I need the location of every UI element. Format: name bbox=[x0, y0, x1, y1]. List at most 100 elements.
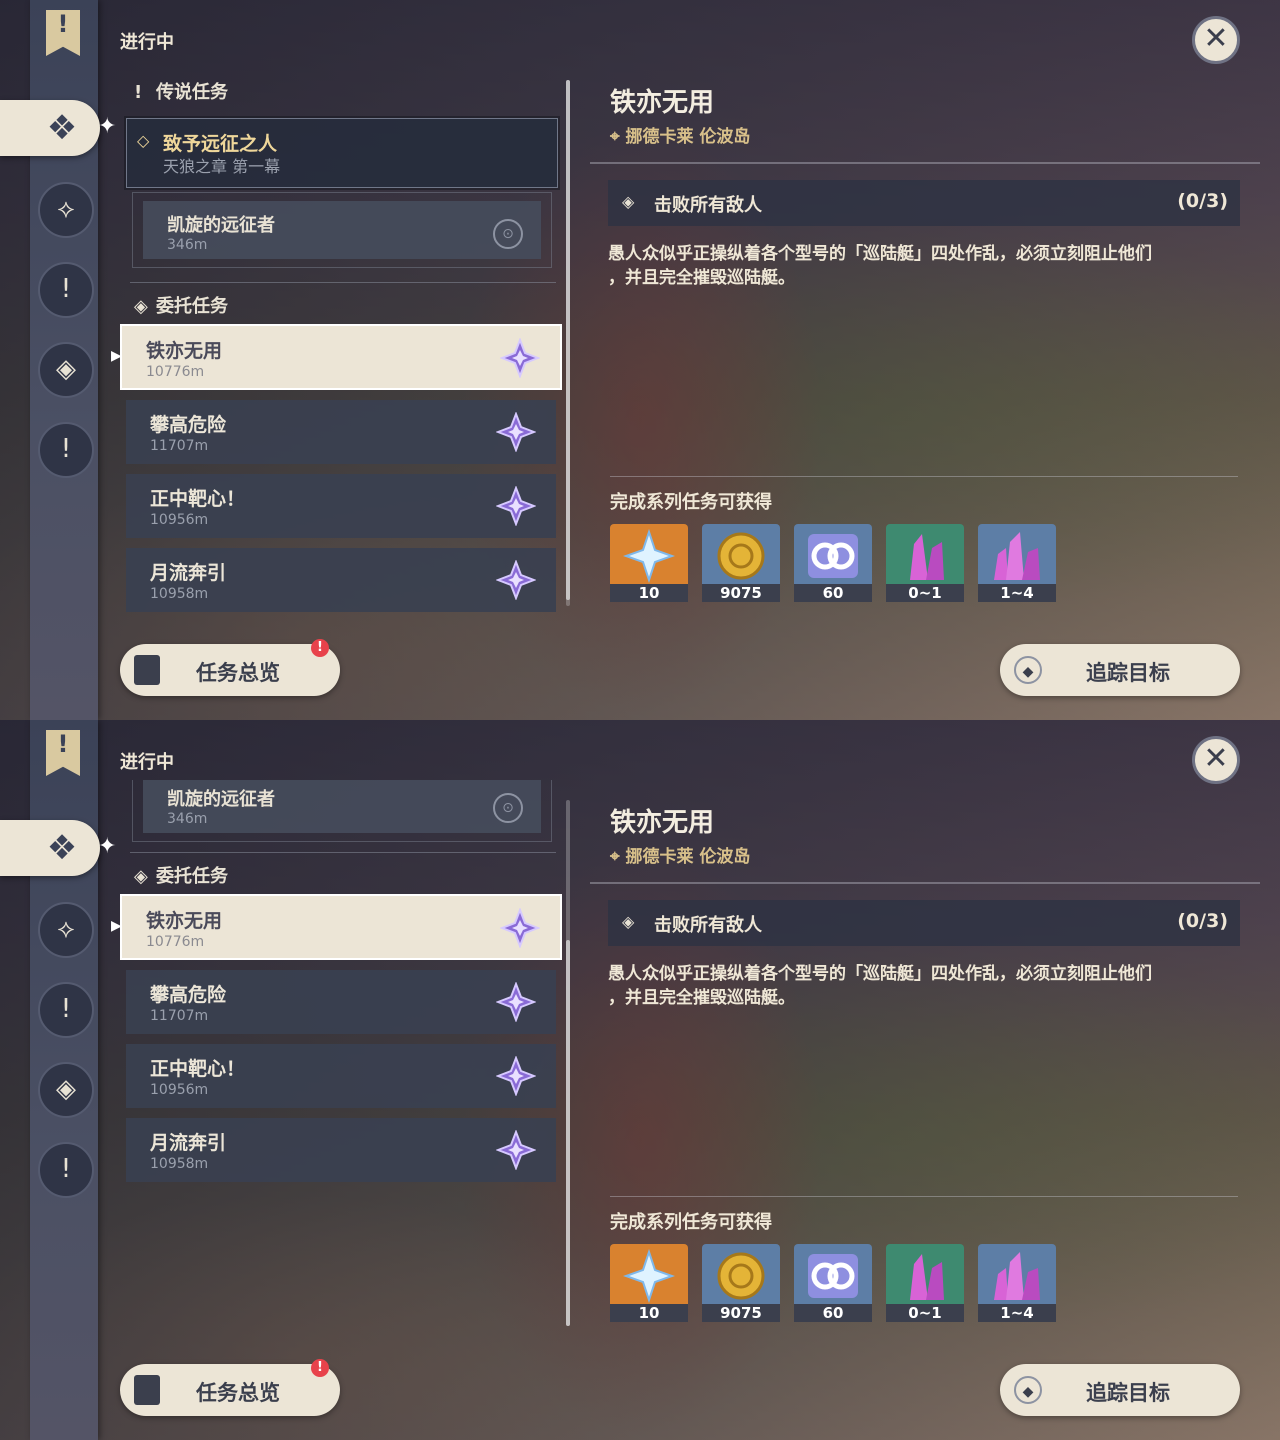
reward-crystal-cluster[interactable]: 1~4 bbox=[978, 524, 1056, 602]
location-pin-icon[interactable]: ⊙ bbox=[493, 219, 523, 249]
archon-quest-icon: ⟡ bbox=[57, 914, 75, 944]
commission-star-icon bbox=[496, 486, 536, 526]
detail-title: 铁亦无用 bbox=[610, 808, 715, 838]
quest-item[interactable]: 正中靶心！ 10956m bbox=[126, 474, 556, 538]
reward-crystal-chunk[interactable]: 0~1 bbox=[886, 524, 964, 602]
reward-primogem[interactable]: 10 bbox=[610, 1244, 688, 1322]
nav-event-quest[interactable]: ! bbox=[38, 422, 94, 478]
mora-icon bbox=[702, 1244, 780, 1304]
commission-star-icon bbox=[496, 982, 536, 1022]
quest-overview-button[interactable]: 任务总览 bbox=[120, 644, 340, 696]
nav-event-quest[interactable]: ! bbox=[38, 1142, 94, 1198]
overview-label: 任务总览 bbox=[196, 1381, 280, 1405]
quest-item[interactable]: 正中靶心！ 10956m bbox=[126, 1044, 556, 1108]
reward-quantity: 10 bbox=[610, 1304, 688, 1322]
reward-crystal-chunk[interactable]: 0~1 bbox=[886, 1244, 964, 1322]
quest-title: 月流奔引 bbox=[150, 562, 227, 584]
nav-archon-quest[interactable]: ⟡ bbox=[38, 182, 94, 238]
reward-adventure-exp[interactable]: 60 bbox=[794, 524, 872, 602]
nav-story-quest[interactable]: ! bbox=[38, 262, 94, 318]
reward-quantity: 9075 bbox=[702, 584, 780, 602]
crystal-cluster-icon bbox=[978, 524, 1056, 584]
quest-title: 铁亦无用 bbox=[146, 910, 223, 932]
reward-primogem[interactable]: 10 bbox=[610, 524, 688, 602]
detail-location: ⌖ 挪德卡莱 伦波岛 bbox=[610, 127, 751, 147]
commission-star-icon bbox=[500, 338, 540, 378]
legend-quest-card[interactable]: ◇ 致予远征之人 天狼之章 第一幕 bbox=[126, 118, 558, 188]
quest-distance: 10958m bbox=[150, 586, 209, 602]
nav-world-quest[interactable]: ◈ bbox=[38, 1062, 94, 1118]
quest-item[interactable]: 攀高危险 11707m bbox=[126, 400, 556, 464]
detail-separator bbox=[590, 882, 1260, 884]
nav-archon-quest[interactable]: ⟡ bbox=[38, 902, 94, 958]
reward-crystal-cluster[interactable]: 1~4 bbox=[978, 1244, 1056, 1322]
category-commission: ◈ 委托任务 bbox=[134, 862, 228, 888]
quest-item[interactable]: 月流奔引 10958m bbox=[126, 548, 556, 612]
crystal-cluster-icon bbox=[978, 1244, 1056, 1304]
description-line-1: 愚人众似乎正操纵着各个型号的「巡陆艇」四处作乱，必须立刻阻止他们 bbox=[608, 964, 1152, 984]
scrollbar-thumb[interactable] bbox=[566, 80, 570, 600]
reward-mora[interactable]: 9075 bbox=[702, 524, 780, 602]
overview-icon bbox=[134, 1375, 160, 1405]
rewards-title: 完成系列任务可获得 bbox=[610, 1212, 772, 1233]
nav-story-quest[interactable]: ! bbox=[38, 982, 94, 1038]
category-legend-label: 传说任务 bbox=[156, 82, 228, 103]
archon-quest-icon: ⟡ bbox=[57, 194, 75, 224]
quest-screen-bottom: ! ❖ ✦ ⟡ ! ◈ ! 进行中 凯旋的远征者 346m ⊙ ◈ 委托任务 ▶ … bbox=[0, 720, 1280, 1440]
track-target-button[interactable]: ◆ 追踪目标 bbox=[1000, 644, 1240, 696]
section-header: 进行中 bbox=[120, 752, 174, 773]
reward-mora[interactable]: 9075 bbox=[702, 1244, 780, 1322]
reward-quantity: 9075 bbox=[702, 1304, 780, 1322]
crystal-chunk-icon bbox=[886, 1244, 964, 1304]
reward-quantity: 60 bbox=[794, 1304, 872, 1322]
reward-quantity: 1~4 bbox=[978, 1304, 1056, 1322]
reward-adventure-exp[interactable]: 60 bbox=[794, 1244, 872, 1322]
section-header: 进行中 bbox=[120, 32, 174, 53]
quest-title: 月流奔引 bbox=[150, 1132, 227, 1154]
adventure-exp-icon bbox=[794, 524, 872, 584]
close-icon: ✕ bbox=[1203, 741, 1229, 776]
nav-commission-selected[interactable]: ❖ bbox=[0, 820, 100, 876]
commission-star-icon bbox=[496, 1130, 536, 1170]
quest-item[interactable]: 攀高危险 11707m bbox=[126, 970, 556, 1034]
commission-small-icon: ◈ bbox=[134, 296, 148, 317]
objective-row: ◈ 击败所有敌人 (0/3) bbox=[608, 180, 1240, 226]
quest-title: 攀高危险 bbox=[150, 984, 227, 1006]
legend-subquest[interactable]: 凯旋的远征者 346m ⊙ bbox=[132, 780, 552, 842]
quest-title: 攀高危险 bbox=[150, 414, 227, 436]
nav-world-quest[interactable]: ◈ bbox=[38, 342, 94, 398]
quest-list-scrollbar[interactable] bbox=[566, 800, 570, 1326]
crystal-chunk-icon bbox=[886, 524, 964, 584]
reward-quantity: 1~4 bbox=[978, 584, 1056, 602]
legend-subquest[interactable]: 凯旋的远征者 346m ⊙ bbox=[132, 192, 552, 268]
category-legend: ! 传说任务 bbox=[134, 78, 228, 104]
reward-quantity: 10 bbox=[610, 584, 688, 602]
event-quest-icon: ! bbox=[60, 434, 72, 464]
quest-overview-button[interactable]: 任务总览 bbox=[120, 1364, 340, 1416]
location-pin-icon[interactable]: ⊙ bbox=[493, 793, 523, 823]
quest-item[interactable]: 铁亦无用 10776m bbox=[120, 324, 562, 390]
quest-title: 铁亦无用 bbox=[146, 340, 223, 362]
quest-item[interactable]: 铁亦无用 10776m bbox=[120, 894, 562, 960]
close-button[interactable]: ✕ bbox=[1192, 16, 1240, 64]
nav-commission-selected[interactable]: ❖ bbox=[0, 100, 100, 156]
objective-text: 击败所有敌人 bbox=[654, 915, 762, 936]
quest-distance: 10956m bbox=[150, 1082, 209, 1098]
commission-star-icon bbox=[500, 908, 540, 948]
reward-quantity: 0~1 bbox=[886, 584, 964, 602]
quest-list-scrollbar[interactable] bbox=[566, 80, 570, 606]
quest-item[interactable]: 月流奔引 10958m bbox=[126, 1118, 556, 1182]
rewards-separator bbox=[610, 476, 1238, 477]
commission-small-icon: ◈ bbox=[134, 866, 148, 887]
category-commission-label: 委托任务 bbox=[156, 866, 228, 887]
description-line-1: 愚人众似乎正操纵着各个型号的「巡陆艇」四处作乱，必须立刻阻止他们 bbox=[608, 244, 1152, 264]
scrollbar-thumb[interactable] bbox=[566, 940, 570, 1326]
mora-icon bbox=[702, 524, 780, 584]
quest-description: 愚人众似乎正操纵着各个型号的「巡陆艇」四处作乱，必须立刻阻止他们 ，并且完全摧毁… bbox=[608, 242, 1240, 290]
category-commission: ◈ 委托任务 bbox=[134, 292, 228, 318]
quest-distance: 10956m bbox=[150, 512, 209, 528]
divider bbox=[130, 282, 556, 283]
track-target-button[interactable]: ◆ 追踪目标 bbox=[1000, 1364, 1240, 1416]
close-button[interactable]: ✕ bbox=[1192, 736, 1240, 784]
detail-separator bbox=[590, 162, 1260, 164]
